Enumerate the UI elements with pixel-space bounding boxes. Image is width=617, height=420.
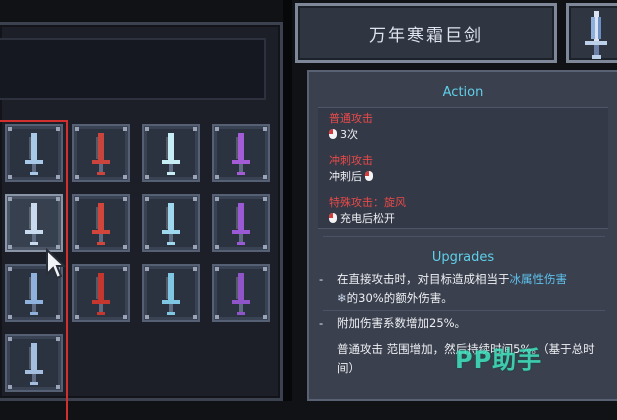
- inventory-slot-spiked-violet-blade[interactable]: [212, 264, 270, 322]
- bullet-dash: -: [319, 272, 324, 286]
- snowflake-icon: ❄: [337, 291, 347, 305]
- action-header: Action: [442, 85, 484, 100]
- slot-corner: [215, 175, 219, 179]
- slot-corner: [145, 127, 149, 131]
- bullet-dash: -: [319, 316, 324, 330]
- attack-input-text: 冲刺后: [329, 170, 362, 183]
- upgrade-text: 的30%的额外伤害。: [346, 291, 453, 305]
- slot-corner: [193, 175, 197, 179]
- slot-corner: [215, 245, 219, 249]
- inventory-slot-flame-sword[interactable]: [72, 264, 130, 322]
- crystal-sword-icon: [162, 203, 180, 245]
- frost-greatsword-icon: [585, 11, 607, 59]
- slot-corner: [263, 267, 267, 271]
- left-mouse-icon: [365, 171, 373, 181]
- attack-name-special: 特殊攻击：旋风: [329, 196, 406, 209]
- slot-corner: [215, 315, 219, 319]
- flame-blade-icon: [92, 133, 110, 175]
- section-divider: [323, 236, 605, 237]
- fire-serrated-blade-icon: [92, 203, 110, 245]
- slot-corner: [75, 267, 79, 271]
- attack-input-normal: 3次: [329, 126, 358, 142]
- slot-corner: [193, 315, 197, 319]
- left-mouse-icon: [329, 129, 337, 139]
- inventory-slot-crystal-sword[interactable]: [142, 194, 200, 252]
- slot-corner: [75, 245, 79, 249]
- slot-corner: [193, 245, 197, 249]
- slot-corner: [75, 315, 79, 319]
- slot-corner: [123, 175, 127, 179]
- attack-name-dash: 冲刺攻击: [329, 154, 373, 167]
- slot-corner: [193, 197, 197, 201]
- inventory-slot-violet-blade[interactable]: [212, 124, 270, 182]
- slot-corner: [193, 127, 197, 131]
- slot-corner: [123, 127, 127, 131]
- section-divider: [323, 310, 605, 311]
- weapon-title-plate: 万年寒霜巨剑: [295, 3, 557, 63]
- upgrade-item: - 附加伤害系数增加25%。: [319, 314, 603, 333]
- slot-corner: [75, 127, 79, 131]
- flame-sword-icon: [92, 273, 110, 315]
- runic-blade-icon: [162, 273, 180, 315]
- slot-corner: [263, 127, 267, 131]
- slot-corner: [123, 245, 127, 249]
- watermark: PP助手: [455, 346, 543, 374]
- upgrades-header: Upgrades: [431, 250, 495, 265]
- slot-corner: [145, 197, 149, 201]
- amethyst-blade-icon: [232, 203, 250, 245]
- ice-damage-keyword: 冰属性伤害: [509, 272, 568, 286]
- attack-name-normal: 普通攻击: [329, 112, 373, 125]
- attack-input-dash: 冲刺后: [329, 168, 373, 184]
- violet-blade-icon: [232, 133, 250, 175]
- spiked-violet-blade-icon: [232, 273, 250, 315]
- slot-corner: [215, 127, 219, 131]
- inventory-slot-light-saber[interactable]: [142, 124, 200, 182]
- slot-corner: [145, 175, 149, 179]
- attack-input-special: 充电后松开: [329, 210, 395, 226]
- attack-input-text: 3次: [340, 128, 358, 141]
- slot-corner: [145, 267, 149, 271]
- slot-corner: [215, 197, 219, 201]
- slot-corner: [123, 315, 127, 319]
- left-mouse-icon: [329, 213, 337, 223]
- inventory-slot-fire-serrated-blade[interactable]: [72, 194, 130, 252]
- slot-corner: [263, 315, 267, 319]
- slot-corner: [75, 197, 79, 201]
- light-saber-icon: [162, 133, 180, 175]
- attack-input-text: 充电后松开: [340, 212, 395, 225]
- upgrade-text: 在直接攻击时，对目标造成相当于: [337, 272, 510, 286]
- weapon-name: 万年寒霜巨剑: [369, 25, 483, 46]
- slot-corner: [123, 197, 127, 201]
- weapon-icon-plate: [566, 3, 617, 63]
- inventory-slot-flame-blade[interactable]: [72, 124, 130, 182]
- upgrade-item: - 在直接攻击时，对目标造成相当于冰属性伤害 ❄的30%的额外伤害。: [319, 270, 603, 308]
- slot-corner: [263, 197, 267, 201]
- panel-divider: [283, 0, 292, 401]
- slot-corner: [145, 315, 149, 319]
- inventory-header-strip: [0, 38, 266, 100]
- pointer-cursor-icon: [46, 248, 65, 280]
- slot-corner: [215, 267, 219, 271]
- slot-corner: [263, 245, 267, 249]
- slot-corner: [75, 175, 79, 179]
- slot-corner: [123, 267, 127, 271]
- upgrade-text: 附加伤害系数增加25%。: [337, 316, 467, 330]
- inventory-slot-amethyst-blade[interactable]: [212, 194, 270, 252]
- inventory-slot-runic-blade[interactable]: [142, 264, 200, 322]
- slot-corner: [145, 245, 149, 249]
- slot-corner: [263, 175, 267, 179]
- slot-corner: [193, 267, 197, 271]
